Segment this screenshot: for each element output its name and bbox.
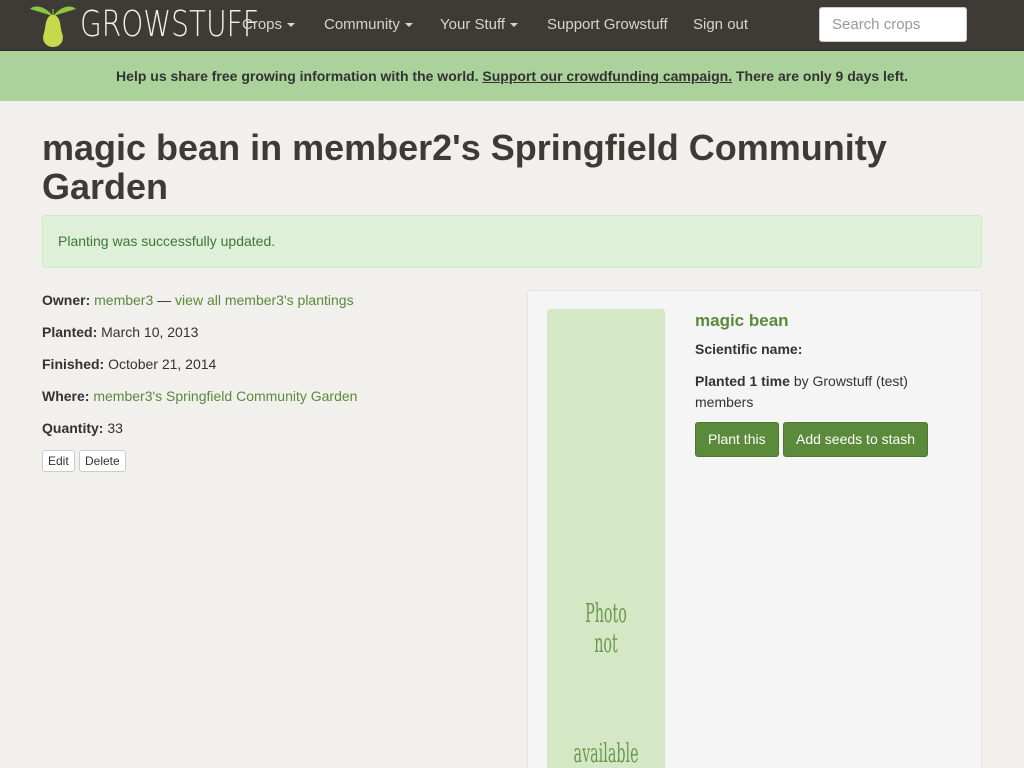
nav-support-label: Support Growstuff bbox=[547, 16, 668, 33]
quantity-value: 33 bbox=[107, 420, 123, 436]
photo-placeholder-line2: available bbox=[573, 739, 639, 768]
alert-message: Planting was successfully updated. bbox=[58, 233, 276, 249]
owner-link[interactable]: member3 bbox=[94, 292, 153, 308]
owner-dash: — bbox=[157, 292, 172, 308]
finished-date: October 21, 2014 bbox=[108, 356, 217, 372]
planted-date: March 10, 2013 bbox=[101, 324, 199, 340]
crop-photo-placeholder: Photo not available bbox=[547, 309, 665, 768]
photo-placeholder-line1: Photo not bbox=[585, 599, 627, 659]
pear-logo-icon bbox=[30, 6, 76, 47]
add-seeds-to-stash-button[interactable]: Add seeds to stash bbox=[783, 422, 929, 457]
planted-count: Planted 1 time by Growstuff (test) membe… bbox=[695, 371, 945, 413]
caret-down-icon bbox=[404, 23, 413, 28]
nav-community-dropdown[interactable]: Community bbox=[324, 0, 413, 51]
page-title: magic bean in member2's Springfield Comm… bbox=[42, 127, 887, 207]
owner-label: Owner: bbox=[42, 292, 91, 308]
brand-name: GROWSTUFF bbox=[80, 4, 259, 45]
quantity-label: Quantity: bbox=[42, 420, 104, 436]
where-row: Where: member3's Springfield Community G… bbox=[42, 388, 357, 404]
finished-row: Finished: October 21, 2014 bbox=[42, 356, 216, 372]
edit-button[interactable]: Edit bbox=[42, 450, 75, 472]
search-input[interactable] bbox=[819, 7, 967, 42]
nav-crops-label: Crops bbox=[242, 16, 283, 33]
crop-card: Photo not available magic bean Scientifi… bbox=[527, 290, 982, 768]
scientific-name-label: Scientific name: bbox=[695, 341, 803, 357]
plant-this-button[interactable]: Plant this bbox=[695, 422, 779, 457]
caret-down-icon bbox=[510, 23, 519, 28]
where-label: Where: bbox=[42, 388, 90, 404]
garden-link[interactable]: member3's Springfield Community Garden bbox=[93, 388, 357, 404]
planted-count-prefix: Planted 1 time bbox=[695, 373, 790, 389]
owner-row: Owner: member3 — view all member3's plan… bbox=[42, 292, 354, 308]
nav-your-stuff-label: Your Stuff bbox=[440, 16, 506, 33]
delete-button[interactable]: Delete bbox=[79, 450, 126, 472]
nav-sign-out-label: Sign out bbox=[693, 16, 749, 33]
finished-label: Finished: bbox=[42, 356, 105, 372]
planted-label: Planted: bbox=[42, 324, 98, 340]
nav-sign-out-link[interactable]: Sign out bbox=[693, 0, 748, 51]
nav-crops-dropdown[interactable]: Crops bbox=[242, 0, 296, 51]
success-alert: Planting was successfully updated. bbox=[42, 215, 982, 268]
nav-support-growstuff-link[interactable]: Support Growstuff bbox=[547, 0, 668, 51]
crop-name-link[interactable]: magic bean bbox=[695, 311, 789, 331]
nav-your-stuff-dropdown[interactable]: Your Stuff bbox=[440, 0, 519, 51]
crowdfunding-banner: Help us share free growing information w… bbox=[0, 51, 1024, 101]
view-all-plantings-link[interactable]: view all member3's plantings bbox=[175, 292, 354, 308]
banner-text: Help us share free growing information w… bbox=[116, 68, 479, 84]
nav-community-label: Community bbox=[324, 16, 400, 33]
banner-crowdfunding-link[interactable]: Support our crowdfunding campaign. bbox=[482, 68, 732, 84]
banner-days-left: There are only 9 days left. bbox=[735, 68, 908, 84]
quantity-row: Quantity: 33 bbox=[42, 420, 123, 436]
navbar: GROWSTUFF Crops Community Your Stuff Sup… bbox=[0, 0, 1024, 51]
caret-down-icon bbox=[287, 23, 296, 28]
planted-row: Planted: March 10, 2013 bbox=[42, 324, 198, 340]
